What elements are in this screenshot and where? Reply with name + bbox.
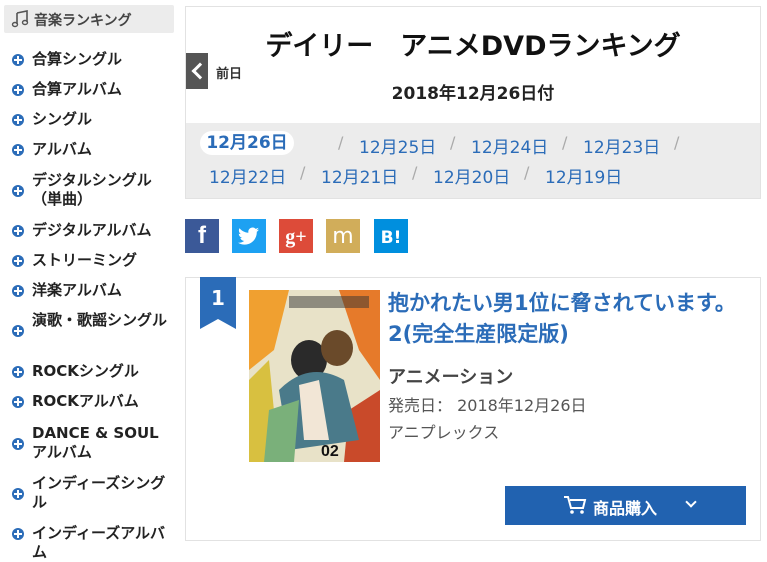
sidebar-item-label: インディーズアルバム: [32, 524, 166, 561]
page-title: デイリー アニメDVDランキング: [265, 31, 681, 62]
sidebar-item-label: 合算アルバム: [32, 80, 122, 98]
sidebar-item-album[interactable]: アルバム: [12, 140, 172, 159]
plus-bullet-icon: [12, 396, 24, 408]
hatena-share-button[interactable]: B!: [374, 219, 408, 253]
date-tab[interactable]: 12月22日: [209, 163, 286, 188]
sidebar-item-label: デジタルアルバム: [32, 221, 152, 239]
chevron-down-icon: [685, 496, 697, 508]
google-plus-share-button[interactable]: g+: [279, 219, 313, 253]
cover-volume-text: 02: [321, 443, 339, 460]
date-separator: /: [338, 133, 344, 152]
sidebar-header: 音楽ランキング: [4, 5, 174, 33]
date-separator: /: [524, 163, 530, 182]
plus-bullet-icon: [12, 285, 24, 297]
plus-bullet-icon: [12, 528, 24, 540]
sidebar-item-label: 洋楽アルバム: [32, 281, 122, 299]
plus-bullet-icon: [12, 255, 24, 267]
google-plus-icon: g+: [285, 226, 307, 248]
sidebar-item-streaming[interactable]: ストリーミング: [12, 251, 172, 270]
sidebar-item-single[interactable]: シングル: [12, 110, 172, 129]
twitter-icon: [238, 227, 259, 245]
plus-bullet-icon: [12, 438, 24, 450]
sidebar-item-combined-album[interactable]: 合算アルバム: [12, 80, 172, 99]
twitter-share-button[interactable]: [232, 219, 266, 253]
facebook-share-button[interactable]: f: [185, 219, 219, 253]
sidebar-item-rock-single[interactable]: ROCKシングル: [12, 362, 172, 381]
date-tab[interactable]: 12月19日: [545, 163, 622, 188]
sidebar-item-label: アルバム: [32, 140, 92, 158]
sidebar-item-label: ROCKアルバム: [32, 392, 139, 410]
date-tab[interactable]: 12月25日: [359, 133, 436, 158]
facebook-icon: f: [198, 222, 206, 249]
sidebar: 音楽ランキング 合算シングル 合算アルバム シングル アルバム デジタルシングル…: [0, 0, 178, 561]
sidebar-item-digital-album[interactable]: デジタルアルバム: [12, 221, 172, 240]
mixi-share-button[interactable]: m: [326, 219, 360, 253]
plus-bullet-icon: [12, 185, 24, 197]
date-separator: /: [300, 163, 306, 182]
date-tab[interactable]: 12月23日: [583, 133, 660, 158]
release-date: 発売日： 2018年12月26日: [388, 396, 587, 415]
sidebar-item-label: 演歌・歌謡シングル: [32, 311, 168, 329]
plus-bullet-icon: [12, 325, 24, 337]
hatena-bookmark-icon: B!: [380, 228, 402, 248]
date-separator: /: [450, 133, 456, 152]
sidebar-item-label: ストリーミング: [32, 251, 138, 269]
sidebar-item-digital-single[interactable]: デジタルシングル（単曲）: [12, 171, 172, 209]
mixi-icon: m: [332, 224, 354, 249]
date-tab-active[interactable]: 12月26日: [200, 131, 294, 155]
sidebar-item-label: インディーズシングル: [32, 474, 166, 511]
chevron-left-icon[interactable]: [186, 53, 208, 89]
shopping-cart-icon: [564, 496, 587, 514]
sidebar-item-dance-soul-album[interactable]: DANCE & SOULアルバム: [12, 424, 172, 462]
date-separator: /: [562, 133, 568, 152]
date-tab[interactable]: 12月21日: [321, 163, 398, 188]
sidebar-title: 音楽ランキング: [34, 13, 132, 29]
plus-bullet-icon: [12, 366, 24, 378]
sidebar-item-indies-album[interactable]: インディーズアルバム: [12, 524, 172, 562]
product-cover-image[interactable]: 02: [249, 290, 380, 462]
plus-bullet-icon: [12, 54, 24, 66]
date-separator: /: [412, 163, 418, 182]
sidebar-item-western-album[interactable]: 洋楽アルバム: [12, 281, 172, 300]
plus-bullet-icon: [12, 488, 24, 500]
plus-bullet-icon: [12, 225, 24, 237]
date-tab[interactable]: 12月24日: [471, 133, 548, 158]
ranking-header: デイリー アニメDVDランキング 2018年12月26日付 前日 12月26日 …: [185, 6, 761, 199]
sidebar-item-enka-single[interactable]: 演歌・歌謡シングル: [12, 311, 172, 337]
ranking-item-card: 1 02 抱かれたい男1位に脅されています。 2(完全生産限定版) アニメーショ…: [185, 277, 761, 541]
sidebar-item-rock-album[interactable]: ROCKアルバム: [12, 392, 172, 411]
plus-bullet-icon: [12, 84, 24, 96]
rank-number: 1: [211, 286, 225, 310]
ranking-date: 2018年12月26日付: [391, 84, 555, 104]
plus-bullet-icon: [12, 144, 24, 156]
sidebar-item-label: デジタルシングル（単曲）: [32, 171, 152, 208]
buy-button-label: 商品購入: [593, 501, 658, 518]
product-title[interactable]: 抱かれたい男1位に脅されています。 2(完全生産限定版): [388, 288, 748, 350]
sidebar-item-label: 合算シングル: [32, 50, 123, 68]
record-label: アニプレックス: [388, 423, 500, 442]
previous-day-link[interactable]: 前日: [216, 63, 242, 82]
sidebar-item-combined-single[interactable]: 合算シングル: [12, 50, 172, 69]
product-category: アニメーション: [388, 367, 514, 388]
date-tab[interactable]: 12月20日: [433, 163, 510, 188]
plus-bullet-icon: [12, 114, 24, 126]
sidebar-item-label: シングル: [32, 110, 93, 128]
music-note-icon: [11, 10, 29, 28]
date-tabs: 12月26日 / 12月25日 / 12月24日 / 12月23日 / 12月2…: [186, 123, 760, 198]
buy-button[interactable]: 商品購入: [505, 486, 746, 525]
date-separator: /: [674, 133, 680, 152]
sidebar-item-label: DANCE & SOULアルバム: [32, 424, 159, 461]
sidebar-item-label: ROCKシングル: [32, 362, 139, 380]
sidebar-item-indies-single[interactable]: インディーズシングル: [12, 474, 172, 512]
